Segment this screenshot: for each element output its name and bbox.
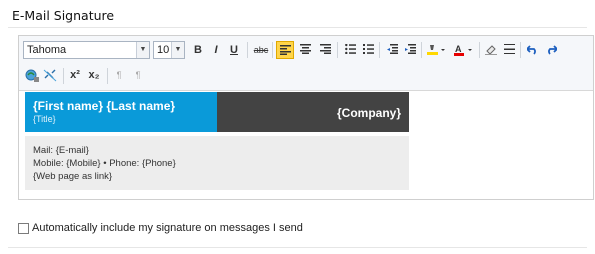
signature-content[interactable]: {First name} {Last name} {Title} {Compan… xyxy=(25,92,409,190)
signature-editor[interactable]: Tahoma ▼ 10 ▼ B I U abc A x² x₂ ¶ ¶ {Fir… xyxy=(18,35,594,200)
signature-header-band: {First name} {Last name} {Title} {Compan… xyxy=(25,92,409,132)
redo-button[interactable] xyxy=(542,41,560,59)
superscript-button[interactable]: x² xyxy=(66,66,84,84)
indent-button[interactable] xyxy=(401,41,419,59)
bold-button[interactable]: B xyxy=(189,41,207,59)
highlighter-icon xyxy=(427,45,445,55)
toolbar-separator xyxy=(247,42,248,58)
numbered-list-button[interactable] xyxy=(359,41,377,59)
auto-include-label[interactable]: Automatically include my signature on me… xyxy=(32,222,303,234)
web-line: {Web page as link} xyxy=(33,171,113,182)
toolbar-separator xyxy=(520,42,521,58)
section-title: E-Mail Signature xyxy=(12,8,115,23)
align-right-icon xyxy=(319,44,331,54)
align-right-button[interactable] xyxy=(316,41,334,59)
text-color-icon: A xyxy=(454,44,472,56)
undo-icon xyxy=(527,45,536,55)
strikethrough-button[interactable]: abc xyxy=(252,41,270,59)
remove-link-button[interactable] xyxy=(41,66,59,84)
phone-line: Mobile: {Mobile} • Phone: {Phone} xyxy=(33,158,176,169)
horizontal-rule-icon xyxy=(503,44,515,54)
toolbar-separator xyxy=(337,42,338,58)
font-size-value: 10 xyxy=(157,44,170,56)
editor-toolbar: Tahoma ▼ 10 ▼ B I U abc A x² x₂ ¶ ¶ xyxy=(19,36,593,91)
bullet-list-icon xyxy=(344,44,356,54)
divider xyxy=(8,247,587,248)
contact-block: Mail: {E-mail} Mobile: {Mobile} • Phone:… xyxy=(25,136,409,190)
subscript-button[interactable]: x₂ xyxy=(85,66,103,84)
svg-text:A: A xyxy=(455,44,462,54)
eraser-icon xyxy=(485,45,497,55)
left-to-right-button[interactable]: ¶ xyxy=(110,66,128,84)
right-to-left-button[interactable]: ¶ xyxy=(129,66,147,84)
company-placeholder: {Company} xyxy=(336,106,401,120)
outdent-button[interactable] xyxy=(383,41,401,59)
align-center-icon xyxy=(299,44,311,54)
company-block: {Company} xyxy=(217,92,409,132)
title-placeholder: {Title} xyxy=(33,114,56,124)
chevron-down-icon: ▼ xyxy=(136,42,149,58)
mail-line: Mail: {E-mail} xyxy=(33,145,89,156)
align-left-icon xyxy=(279,45,291,55)
name-placeholder: {First name} {Last name} xyxy=(33,99,176,113)
auto-include-checkbox[interactable] xyxy=(18,223,29,234)
link-icon xyxy=(25,69,39,82)
unlink-icon xyxy=(43,69,57,82)
underline-button[interactable]: U xyxy=(225,41,243,59)
horizontal-rule-button[interactable] xyxy=(500,41,518,59)
chevron-down-icon: ▼ xyxy=(171,42,184,58)
toolbar-separator xyxy=(379,42,380,58)
redo-icon xyxy=(548,45,557,55)
align-center-button[interactable] xyxy=(296,41,314,59)
toolbar-separator xyxy=(107,68,108,84)
name-block: {First name} {Last name} {Title} xyxy=(25,92,217,132)
toolbar-separator xyxy=(272,42,273,58)
divider xyxy=(8,27,587,28)
align-left-button[interactable] xyxy=(276,41,294,59)
insert-link-button[interactable] xyxy=(23,66,41,84)
toolbar-separator xyxy=(63,68,64,84)
indent-icon xyxy=(404,44,416,54)
clear-formatting-button[interactable] xyxy=(482,41,500,59)
italic-button[interactable]: I xyxy=(207,41,225,59)
undo-button[interactable] xyxy=(524,41,542,59)
highlight-color-button[interactable] xyxy=(425,41,449,59)
text-color-button[interactable]: A xyxy=(452,41,476,59)
font-family-value: Tahoma xyxy=(27,44,67,56)
toolbar-separator xyxy=(421,42,422,58)
outdent-icon xyxy=(386,44,398,54)
bullet-list-button[interactable] xyxy=(341,41,359,59)
numbered-list-icon xyxy=(362,44,374,54)
font-family-select[interactable]: Tahoma ▼ xyxy=(23,41,150,59)
font-size-select[interactable]: 10 ▼ xyxy=(153,41,185,59)
toolbar-separator xyxy=(479,42,480,58)
